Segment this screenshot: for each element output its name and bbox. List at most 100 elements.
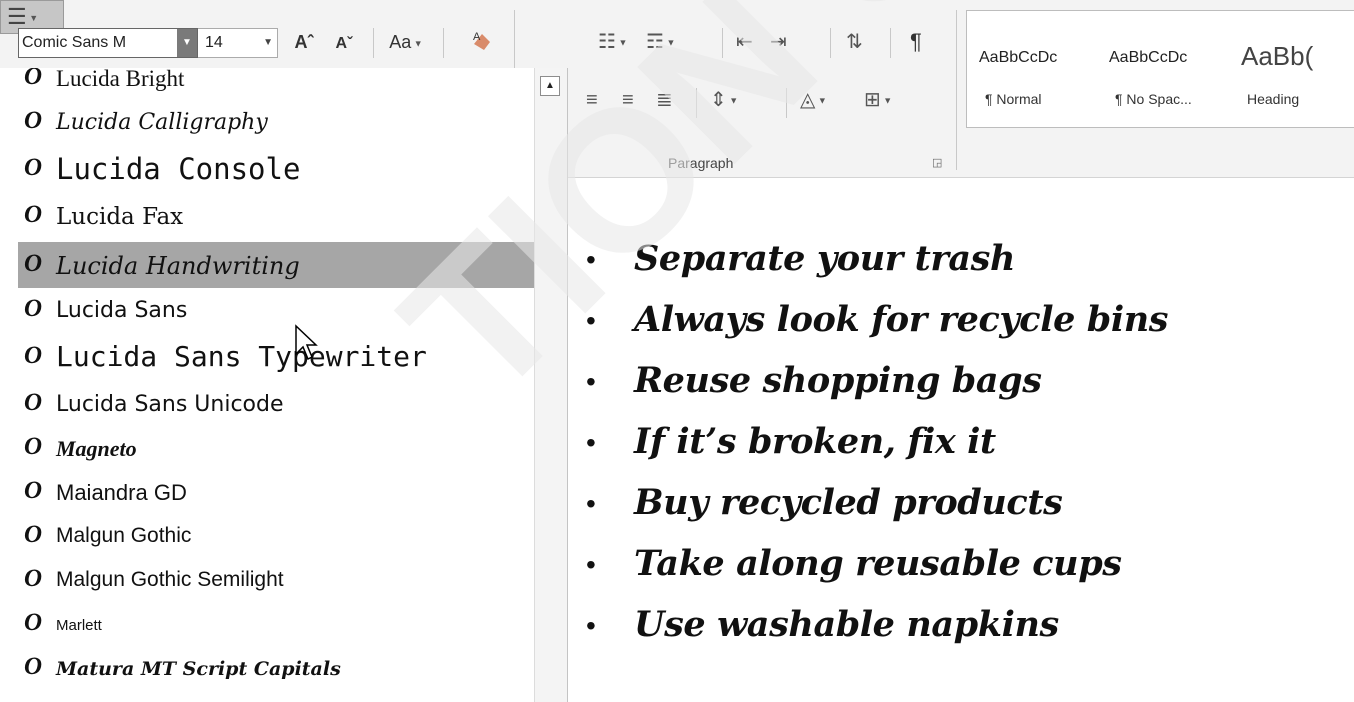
font-dropdown-list[interactable]: O Lucida Bright O Lucida Calligraphy O L… [0,68,568,702]
opentype-font-icon: O [24,250,43,277]
style-preview: AaBbCcDc [1109,49,1188,66]
font-item-lucida-sans-unicode[interactable]: O Lucida Sans Unicode [18,386,534,422]
multilevel-list-button[interactable]: ☶ ▼ [646,28,675,57]
font-item-lucida-fax[interactable]: O Lucida Fax [18,198,534,234]
list-item[interactable]: • Use washable napkins [568,602,1354,660]
font-item-label: Malgun Gothic [56,524,192,547]
font-item-lucida-bright[interactable]: O Lucida Bright [18,68,534,96]
chevron-down-icon: ▼ [726,95,739,106]
change-case-button[interactable]: Aa ▼ [384,28,428,57]
align-right-icon[interactable]: ≡ [622,86,634,114]
font-item-lucida-console[interactable]: O Lucida Console [18,148,534,188]
list-item[interactable]: • Reuse shopping bags [568,358,1354,416]
font-item-label: Lucida Sans Unicode [56,392,284,417]
borders-icon[interactable]: ⊞ ▼ [864,86,892,115]
bullet: • [586,244,596,275]
list-item-text[interactable]: Take along reusable cups [634,543,1122,584]
sort-icon[interactable]: ⇅ [846,28,863,56]
svg-text:A: A [473,31,481,43]
list-item[interactable]: • Separate your trash [568,236,1354,294]
ribbon-separator [722,28,723,58]
bullet: • [586,366,596,397]
font-size-dropdown-arrow-icon[interactable]: ▼ [263,29,273,57]
justify-icon[interactable]: ≣ [656,86,673,114]
opentype-font-icon: O [24,342,43,369]
font-item-label: Lucida Sans Typewriter [56,340,427,373]
opentype-font-icon: O [24,609,43,636]
font-size-value[interactable]: 14 [205,29,223,57]
font-item-label: Malgun Gothic Semilight [56,568,284,591]
font-item-magneto[interactable]: O Magneto [18,430,534,466]
style-heading[interactable]: AaBb( Heading [1229,11,1347,127]
list-item-text[interactable]: Buy recycled products [634,482,1063,523]
bullet: • [586,305,596,336]
grow-font-button[interactable]: Aˆ [290,28,318,56]
paragraph-dialog-launcher-icon[interactable]: ◲ [932,156,942,169]
font-name-value[interactable]: Comic Sans M [22,29,126,57]
font-item-lucida-sans[interactable]: O Lucida Sans [18,292,534,328]
style-preview: AaBb( [1241,41,1314,71]
font-item-label: Maiandra GD [56,480,187,505]
font-name-combobox[interactable]: Comic Sans M ▼ [18,28,198,58]
bullet: • [586,549,596,580]
font-item-matura-mt-script-capitals[interactable]: O Matura MT Script Capitals [18,650,534,686]
list-item-text[interactable]: Always look for recycle bins [634,299,1168,340]
opentype-font-icon: O [24,107,43,134]
ribbon-separator [830,28,831,58]
list-item-text[interactable]: If it’s broken, fix it [634,421,996,462]
chevron-down-icon: ▼ [26,13,39,24]
opentype-font-icon: O [24,389,43,416]
scroll-up-arrow-icon[interactable]: ▲ [540,76,560,96]
opentype-font-icon: O [24,433,43,460]
font-size-combobox[interactable]: 14 ▼ [198,28,278,58]
styles-gallery[interactable]: AaBbCcDc ¶ Normal AaBbCcDc ¶ No Spac... … [966,10,1354,128]
shading-icon[interactable]: ◬ ▼ [800,86,827,115]
style-name: ¶ Normal [985,91,1042,107]
chevron-down-icon: ▼ [663,37,676,48]
font-item-label: Marlett [56,617,102,634]
numbering-button[interactable]: ☷ ▼ [598,28,627,57]
opentype-font-icon: O [24,477,43,504]
bullet: • [586,610,596,641]
font-item-lucida-handwriting[interactable]: O Lucida Handwriting [18,242,534,288]
ribbon-separator [786,88,787,118]
show-formatting-marks-icon[interactable]: ¶ [910,28,922,56]
font-item-lucida-calligraphy[interactable]: O Lucida Calligraphy [18,104,534,140]
list-item-text[interactable]: Reuse shopping bags [634,360,1042,401]
document-page[interactable]: • Separate your trash • Always look for re… [568,178,1354,702]
font-item-maiandra-gd[interactable]: O Maiandra GD [18,474,534,510]
chevron-down-icon: ▼ [615,37,628,48]
font-item-label: Matura MT Script Capitals [56,658,341,680]
list-item-text[interactable]: Separate your trash [634,238,1015,279]
list-item-text[interactable]: Use washable napkins [634,604,1059,645]
shrink-font-button[interactable]: Aˇ [330,30,358,58]
list-item[interactable]: • Always look for recycle bins [568,297,1354,355]
line-spacing-icon[interactable]: ⇕ ▼ [710,86,738,115]
ribbon-separator [890,28,891,58]
list-item[interactable]: • Buy recycled products [568,480,1354,538]
font-name-dropdown-arrow-icon[interactable]: ▼ [177,29,197,57]
opentype-font-icon: O [24,68,43,90]
font-list-scrollbar[interactable] [534,68,567,702]
font-item-lucida-sans-typewriter[interactable]: O Lucida Sans Typewriter [18,336,534,376]
mouse-pointer-icon [295,324,318,361]
font-item-marlett[interactable]: O Marlett [18,606,534,642]
list-item[interactable]: • If it’s broken, fix it [568,419,1354,477]
opentype-font-icon: O [24,521,43,548]
font-item-malgun-gothic-semilight[interactable]: O Malgun Gothic Semilight [18,562,534,598]
change-case-label: Aa [389,32,412,52]
bullet: • [586,488,596,519]
font-item-label: Lucida Sans [56,298,188,323]
style-normal[interactable]: AaBbCcDc ¶ Normal [967,11,1085,127]
list-item[interactable]: • Take along reusable cups [568,541,1354,599]
chevron-down-icon: ▼ [411,38,423,49]
opentype-font-icon: O [24,653,43,680]
align-center-icon[interactable]: ≡ [586,86,598,114]
font-item-malgun-gothic[interactable]: O Malgun Gothic [18,518,534,554]
clear-formatting-icon[interactable]: A [470,28,496,62]
style-no-spacing[interactable]: AaBbCcDc ¶ No Spac... [1097,11,1215,127]
opentype-font-icon: O [24,295,43,322]
increase-indent-icon[interactable]: ⇥ [770,28,787,56]
decrease-indent-icon[interactable]: ⇤ [736,28,753,56]
ribbon-group-divider [956,10,957,170]
